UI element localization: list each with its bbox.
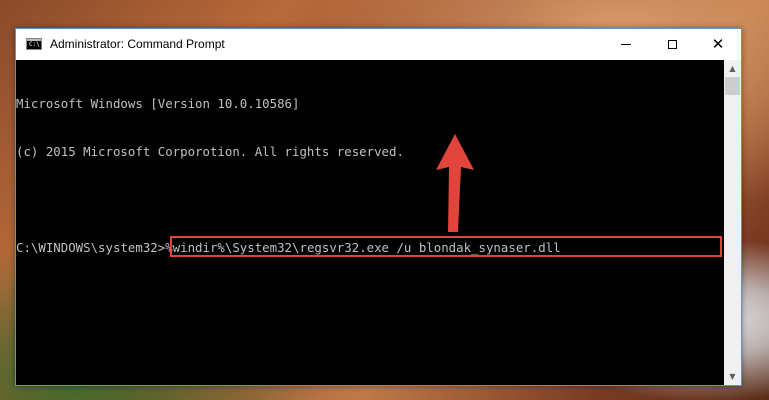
console-line: Microsoft Windows [Version 10.0.10586] bbox=[16, 96, 300, 111]
scrollbar-thumb[interactable] bbox=[725, 77, 740, 95]
cmd-icon: C:\ bbox=[26, 38, 42, 50]
close-button[interactable]: ✕ bbox=[695, 29, 741, 60]
maximize-icon bbox=[667, 40, 677, 49]
command-prompt-window: C:\ Administrator: Command Prompt ✕ Micr… bbox=[15, 28, 742, 386]
vertical-scrollbar[interactable]: ▲ ▼ bbox=[724, 60, 741, 385]
red-arrow-annotation bbox=[436, 134, 474, 232]
prompt-line: C:\WINDOWS\system32>%windir%\System32\re… bbox=[16, 236, 724, 257]
scroll-up-icon[interactable]: ▲ bbox=[724, 60, 741, 77]
minimize-button[interactable] bbox=[603, 29, 649, 60]
maximize-button[interactable] bbox=[649, 29, 695, 60]
prompt-path: C:\WINDOWS\system32> bbox=[16, 240, 166, 255]
title-bar[interactable]: C:\ Administrator: Command Prompt ✕ bbox=[16, 29, 741, 60]
scroll-down-icon[interactable]: ▼ bbox=[724, 368, 741, 385]
cmd-icon-text: C:\ bbox=[29, 41, 40, 48]
close-icon: ✕ bbox=[711, 35, 725, 53]
minimize-icon bbox=[621, 44, 631, 45]
console-line: (c) 2015 Microsoft Corporotion. All righ… bbox=[16, 144, 404, 159]
window-title: Administrator: Command Prompt bbox=[50, 37, 225, 51]
console-output[interactable]: Microsoft Windows [Version 10.0.10586] (… bbox=[16, 60, 724, 385]
